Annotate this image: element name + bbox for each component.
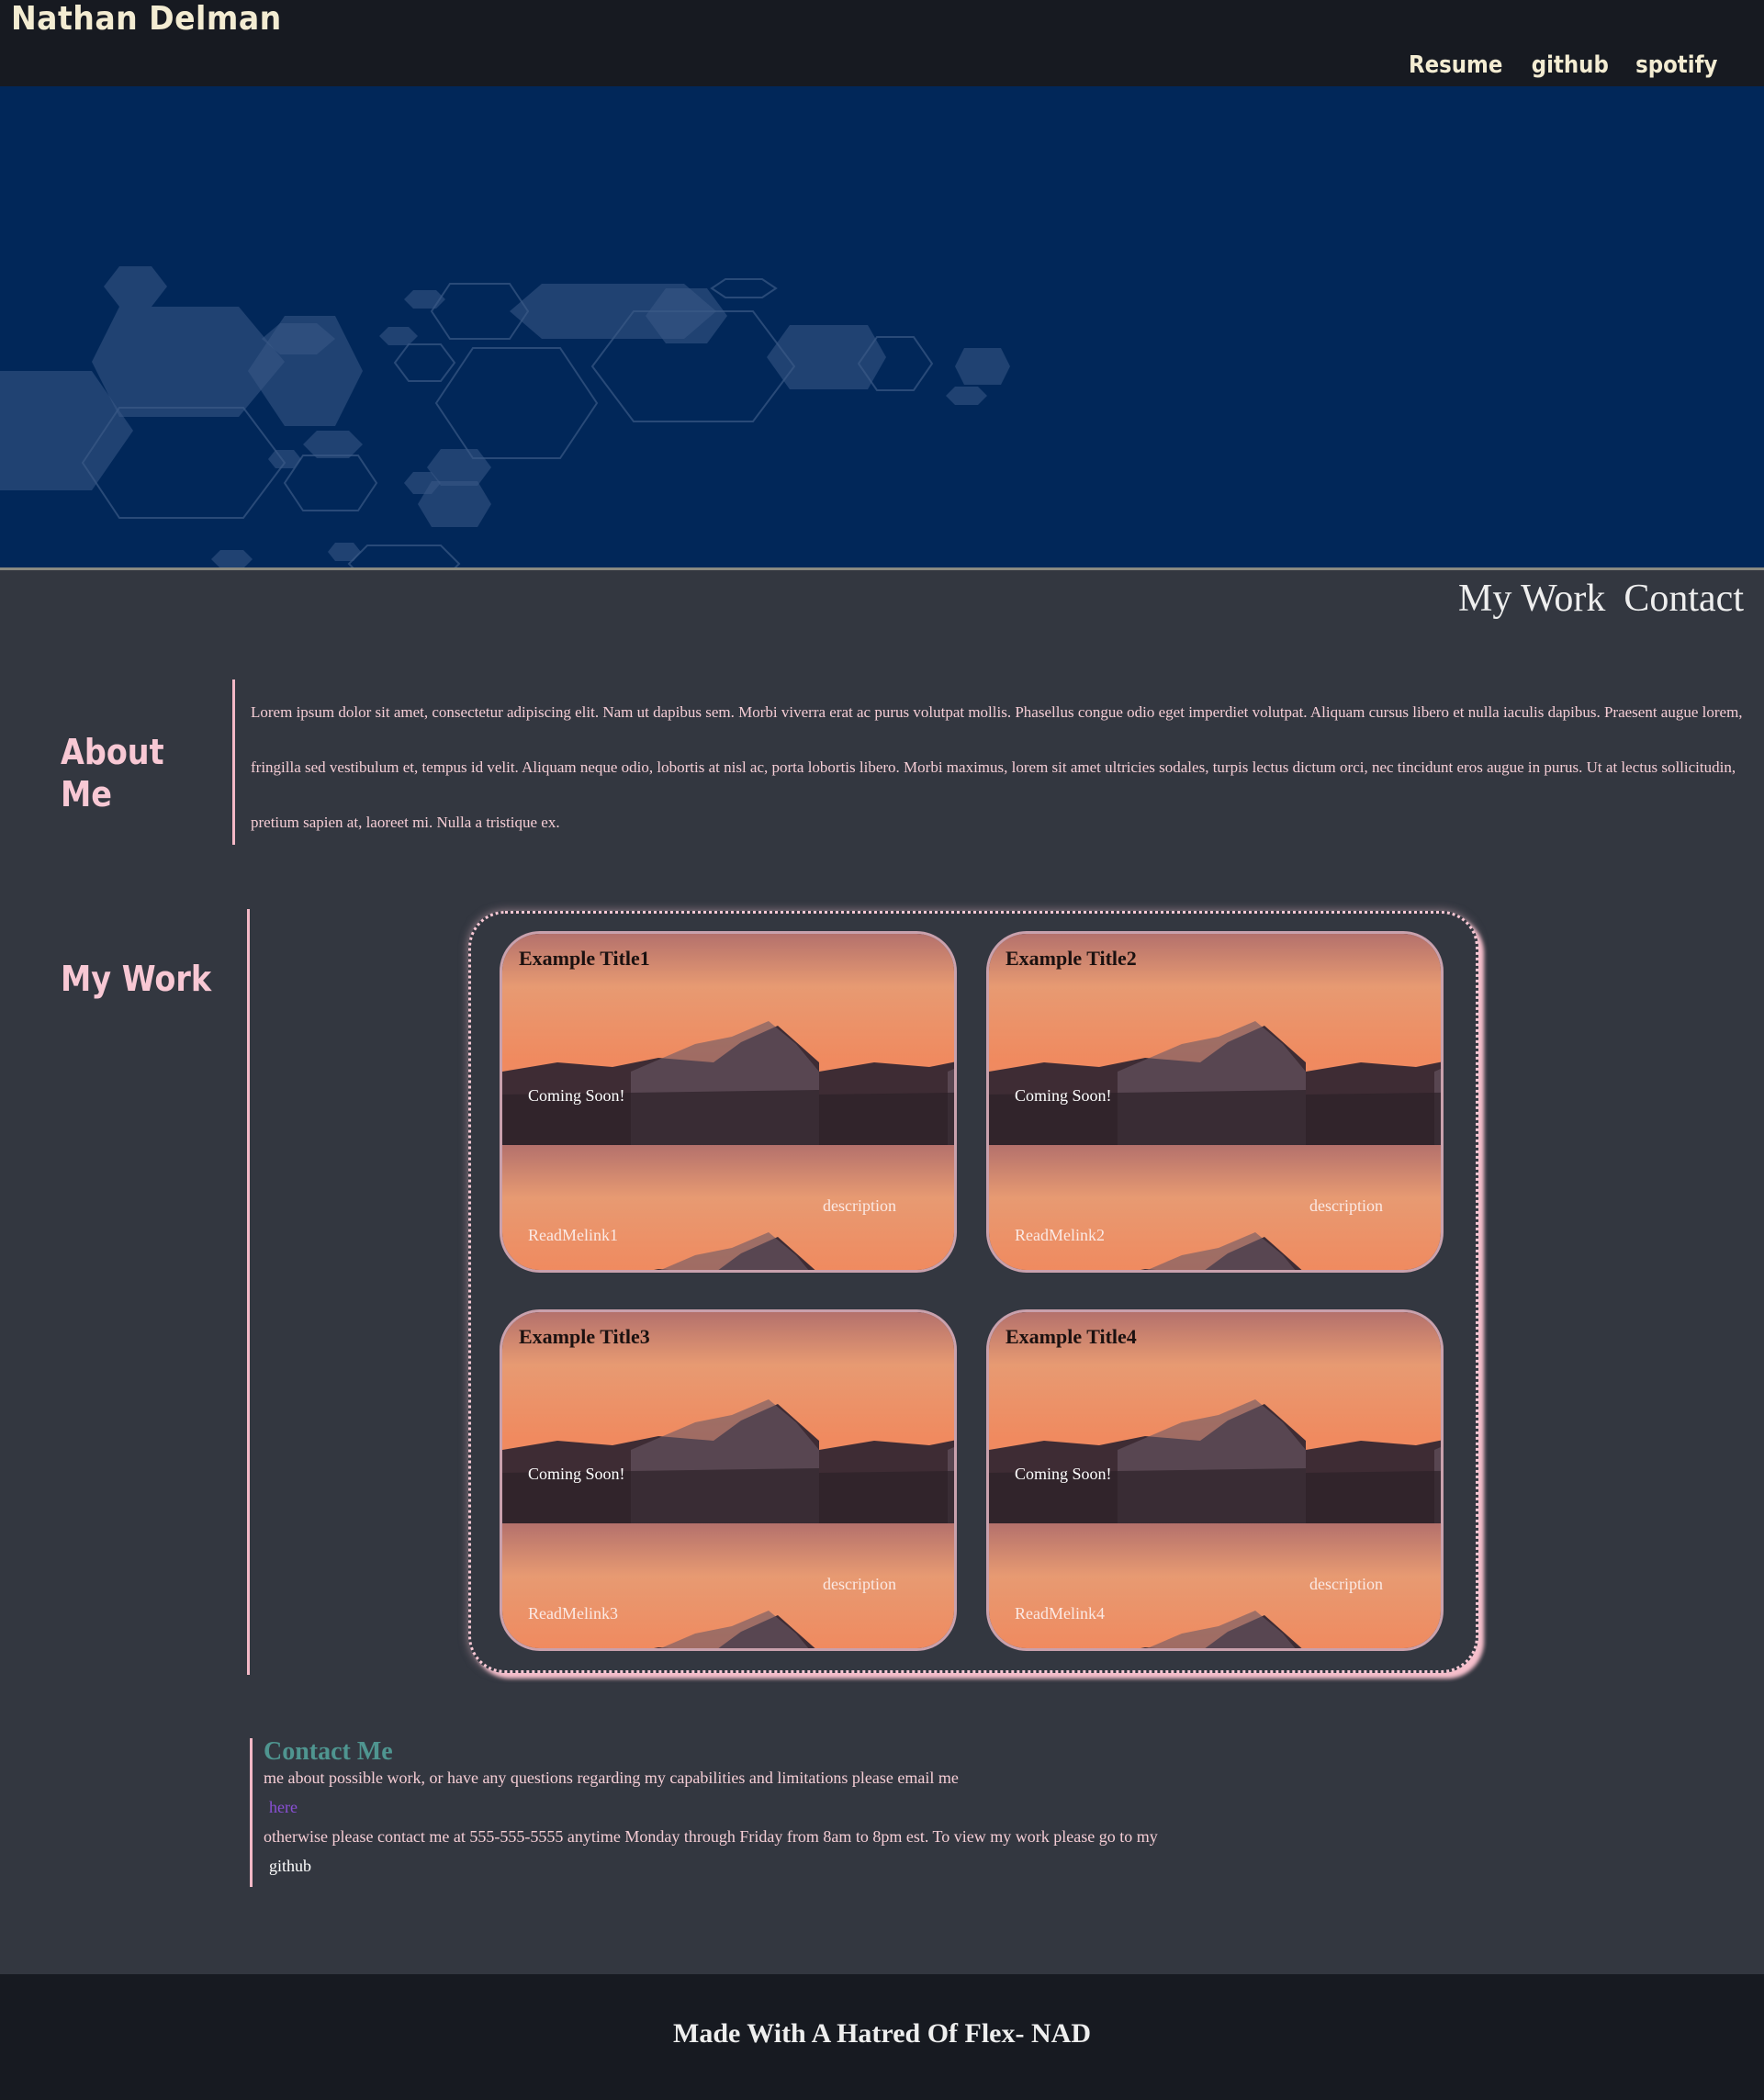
contact-heading: Contact Me [264, 1737, 393, 1766]
about-text: Lorem ipsum dolor sit amet, consectetur … [251, 703, 1743, 831]
github-link[interactable]: github [269, 1857, 311, 1876]
hero-banner [0, 86, 1764, 567]
card-description: description [1309, 1575, 1383, 1593]
about-divider [232, 679, 235, 845]
section-nav-contact-link[interactable]: Contact [1624, 577, 1744, 621]
card-readme-link[interactable]: ReadMelink4 [1015, 1604, 1105, 1623]
card-status: Coming Soon! [528, 1465, 625, 1483]
about-heading: About Me [61, 732, 164, 814]
site-name: Nathan Delman [11, 0, 282, 38]
footer-text: Made With A Hatred Of Flex- NAD [673, 2018, 1091, 2049]
nav-github-link[interactable]: github [1532, 51, 1609, 79]
card-status: Coming Soon! [1015, 1465, 1112, 1483]
card-description: description [823, 1575, 896, 1593]
card-title: Example Title4 [1006, 1325, 1137, 1348]
contact-text-phone: otherwise please contact me at 555-555-5… [264, 1827, 1158, 1846]
top-nav: Resume github spotify [1402, 51, 1724, 79]
section-nav: My Work Contact [1458, 577, 1744, 621]
card-description: description [1309, 1196, 1383, 1215]
hero-divider [0, 567, 1764, 570]
project-card[interactable]: Example Title3 Coming Soon! description … [500, 1309, 957, 1651]
card-readme-link[interactable]: ReadMelink3 [528, 1604, 618, 1623]
contact-divider [250, 1738, 253, 1887]
top-bar: Nathan Delman Resume github spotify [0, 0, 1764, 86]
hexagon-pattern-image [0, 266, 1010, 567]
card-description: description [823, 1196, 896, 1215]
work-heading: My Work [61, 959, 212, 999]
project-card[interactable]: Example Title4 Coming Soon! description … [986, 1309, 1444, 1651]
card-title: Example Title1 [519, 947, 650, 970]
contact-text-email: me about possible work, or have any ques… [264, 1769, 959, 1787]
work-divider [247, 909, 250, 1675]
card-readme-link[interactable]: ReadMelink2 [1015, 1226, 1105, 1245]
card-readme-link[interactable]: ReadMelink1 [528, 1226, 618, 1245]
nav-spotify-link[interactable]: spotify [1636, 51, 1718, 79]
project-card[interactable]: Example Title1 Coming Soon! description … [500, 931, 957, 1273]
email-link[interactable]: here [269, 1798, 298, 1817]
card-status: Coming Soon! [1015, 1086, 1112, 1105]
project-card[interactable]: Example Title2 Coming Soon! description … [986, 931, 1444, 1273]
card-status: Coming Soon! [528, 1086, 625, 1105]
section-nav-my-work-link[interactable]: My Work [1458, 577, 1605, 621]
footer: Made With A Hatred Of Flex- NAD [0, 1974, 1764, 2100]
nav-resume-link[interactable]: Resume [1409, 51, 1502, 79]
card-title: Example Title2 [1006, 947, 1137, 970]
card-title: Example Title3 [519, 1325, 650, 1348]
